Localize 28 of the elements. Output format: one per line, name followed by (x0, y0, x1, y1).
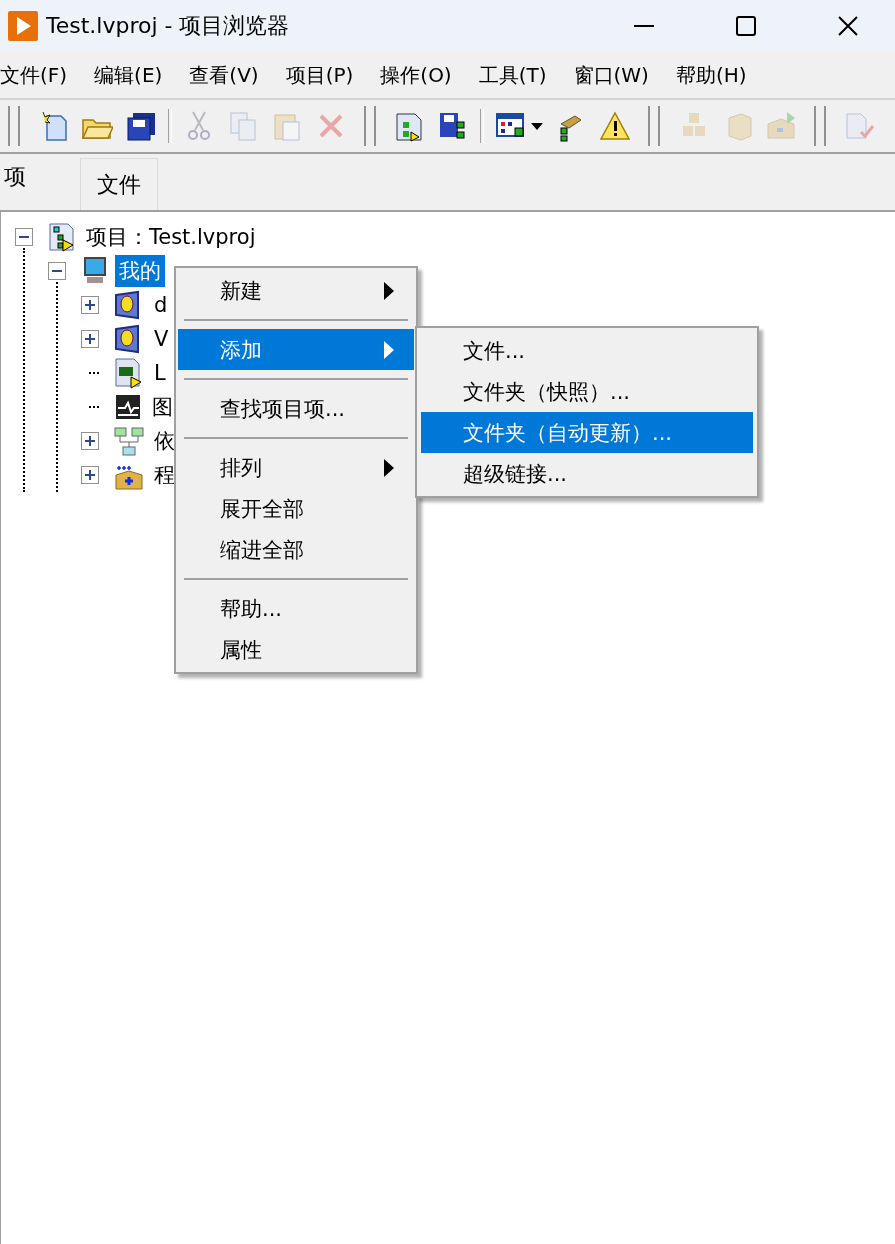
menu-item[interactable]: 文件(F) (0, 61, 81, 89)
context-menu-item[interactable]: 添加 (178, 329, 414, 370)
menu-item[interactable]: 查看(V) (189, 61, 272, 89)
submenu-item[interactable]: 超级链接... (421, 453, 753, 494)
window-title: Test.lvproj - 项目浏览器 (46, 12, 291, 40)
tree-item[interactable]: V (150, 325, 173, 353)
menu-item[interactable]: 帮助(H) (675, 61, 760, 89)
context-menu-item[interactable]: 帮助... (178, 588, 414, 629)
context-menu-item[interactable]: 查找项目项... (178, 388, 414, 429)
menu-item[interactable]: 编辑(E) (94, 61, 176, 89)
context-menu-item[interactable]: 展开全部 (178, 488, 414, 529)
submenu-item[interactable]: 文件... (421, 330, 753, 371)
context-menu-item[interactable]: 排列 (178, 447, 414, 488)
context-menu-item[interactable]: 新建 (178, 270, 414, 311)
menu-item[interactable]: 窗口(W) (573, 61, 662, 89)
submenu-item[interactable]: 文件夹（自动更新）... (421, 412, 753, 453)
tab[interactable]: 文件 (80, 158, 158, 210)
tree-item[interactable]: 项目：Test.lvproj (82, 221, 260, 253)
tree-item[interactable]: L (150, 359, 170, 387)
tree-item[interactable]: 图 (148, 391, 177, 423)
context-menu-item[interactable]: 属性 (178, 629, 414, 670)
context-menu-item[interactable]: 缩进全部 (178, 529, 414, 570)
menu-item[interactable]: 操作(O) (380, 61, 465, 89)
submenu-item[interactable]: 文件夹（快照）... (421, 371, 753, 412)
menu-item[interactable]: 项目(P) (285, 61, 367, 89)
tree-item[interactable]: 我的 (115, 255, 165, 287)
tree-item[interactable]: d (150, 291, 172, 319)
menu-item[interactable]: 工具(T) (478, 61, 560, 89)
